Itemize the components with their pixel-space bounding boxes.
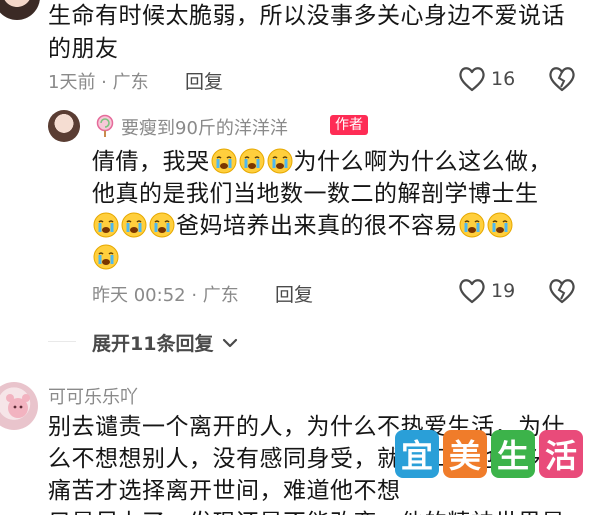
- reply-text-line: 爸妈培养出来真的很不容易: [92, 210, 514, 242]
- avatar[interactable]: [48, 110, 80, 142]
- dislike-icon[interactable]: [548, 66, 576, 92]
- expand-replies-label: 展开11条回复: [92, 333, 214, 355]
- comment-text-line: 痛苦才选择离开世间，难道他不想: [48, 478, 401, 504]
- crying-emoji-icon: [149, 212, 175, 238]
- heart-icon[interactable]: [458, 66, 486, 92]
- like-count: 16: [491, 68, 516, 90]
- chevron-down-icon: [222, 331, 238, 353]
- like-count: 19: [491, 280, 516, 302]
- author-badge: 作者: [330, 115, 368, 135]
- reply-button[interactable]: 回复: [185, 67, 223, 94]
- avatar[interactable]: [0, 382, 38, 430]
- reply-text-segment: 爸妈培养出来真的很不容易: [176, 213, 458, 239]
- expand-divider: [48, 341, 76, 342]
- comment-text-line: 的朋友: [48, 36, 119, 62]
- heart-icon[interactable]: [458, 278, 486, 304]
- bear-avatar-icon: [6, 394, 30, 418]
- crying-emoji-icon: [267, 148, 293, 174]
- reply-text-line: 他真的是我们当地数一数二的解剖学博士生: [92, 181, 539, 207]
- crying-emoji-icon: [459, 212, 485, 238]
- reply-button[interactable]: 回复: [275, 280, 313, 307]
- watermark-char: 美: [443, 430, 487, 478]
- crying-emoji-icon: [93, 244, 119, 270]
- watermark-char: 生: [491, 430, 535, 478]
- reply-text-segment: 为什么啊为什么这么做，: [293, 149, 552, 175]
- avatar[interactable]: [0, 0, 40, 20]
- lollipop-icon: [94, 114, 116, 138]
- comment-text-line: 生命有时候太脆弱，所以没事多关心身边不爱说话: [48, 3, 565, 29]
- reply-text-line: [92, 242, 120, 274]
- watermark-logo: 宜 美 生 活: [395, 430, 583, 478]
- watermark-char: 宜: [395, 430, 439, 478]
- reply-text-line: 倩倩，我哭 为什么啊为什么这么做，: [92, 146, 552, 178]
- crying-emoji-icon: [487, 212, 513, 238]
- crying-emoji-icon: [121, 212, 147, 238]
- reply-meta: 昨天 00:52 · 广东: [92, 285, 239, 306]
- reply-author-name[interactable]: 要瘦到90斤的洋洋洋: [121, 114, 288, 140]
- comment-author-name[interactable]: 可可乐乐吖: [48, 383, 138, 409]
- dislike-icon[interactable]: [548, 278, 576, 304]
- comment-text-line: 只是尽力了，发现还是不能改变，他的精神世界是: [48, 507, 565, 515]
- reply-text-segment: 倩倩，我哭: [92, 149, 210, 175]
- expand-replies-button[interactable]: 展开11条回复: [92, 329, 238, 356]
- crying-emoji-icon: [239, 148, 265, 174]
- comment-meta: 1天前 · 广东: [48, 72, 149, 93]
- crying-emoji-icon: [93, 212, 119, 238]
- watermark-char: 活: [539, 430, 583, 478]
- crying-emoji-icon: [211, 148, 237, 174]
